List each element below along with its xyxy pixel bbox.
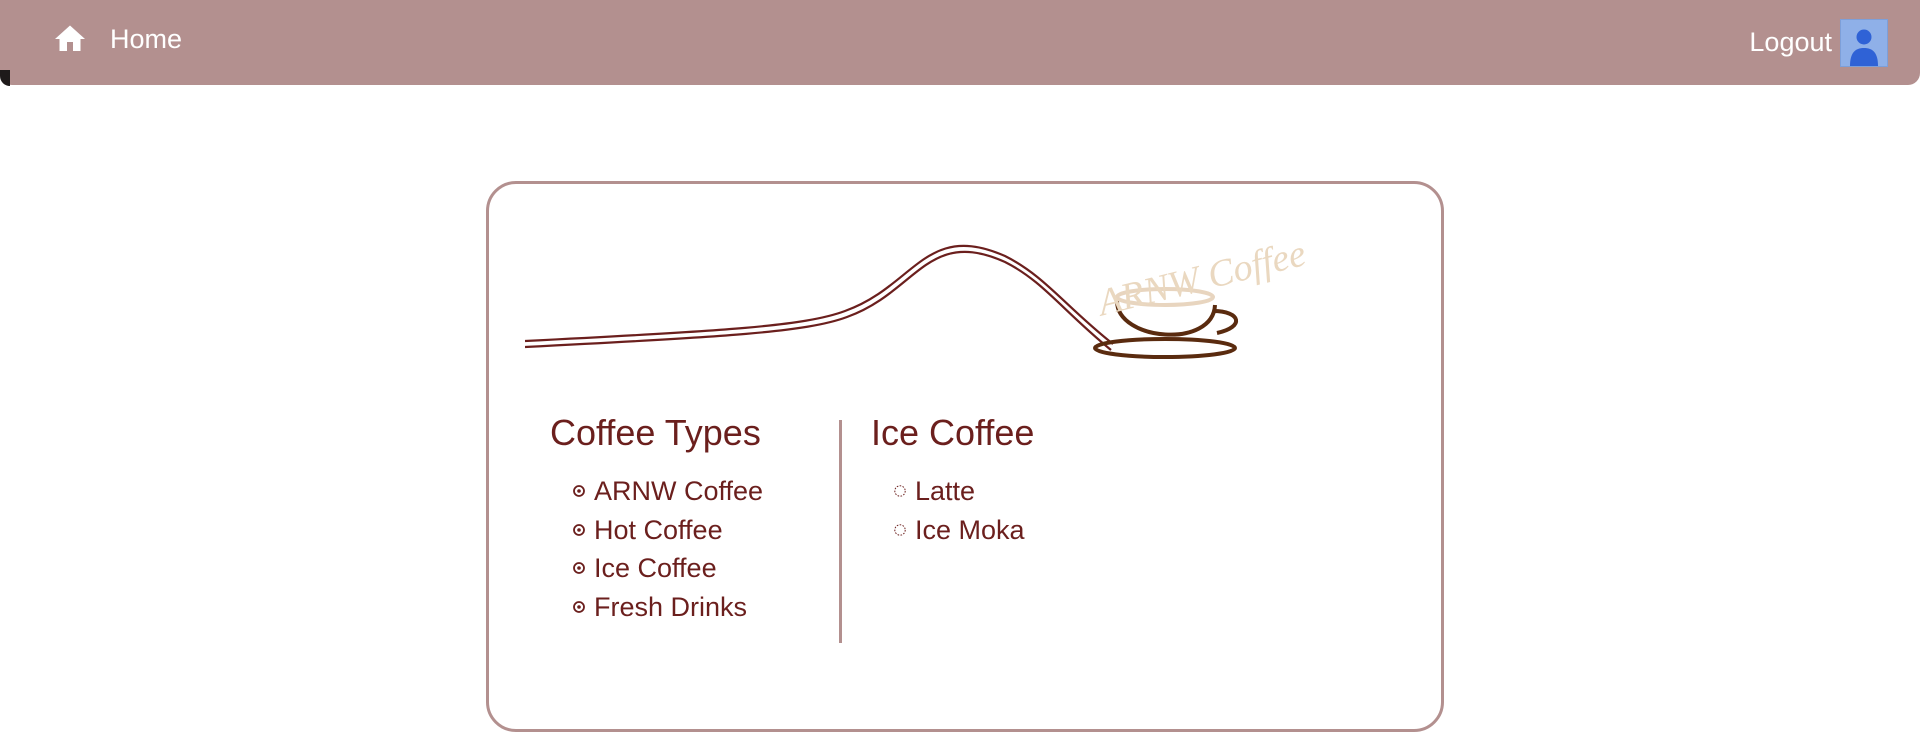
drink-label: Ice Moka <box>915 514 1025 545</box>
selected-category-column: Ice Coffee Latte Ice Moka <box>871 412 1291 549</box>
drink-label: Latte <box>915 476 976 506</box>
top-navbar: Home Logout <box>0 0 1920 85</box>
category-item[interactable]: Ice Coffee <box>572 549 820 588</box>
user-avatar-icon[interactable] <box>1840 18 1888 67</box>
drink-item[interactable]: Ice Moka <box>893 511 1291 550</box>
dotted-circle-icon <box>893 523 907 537</box>
logo-text: ARNW Coffee <box>1091 232 1310 325</box>
home-label: Home <box>110 23 183 54</box>
navbar-shadow <box>0 70 10 86</box>
dot-circle-icon <box>572 600 586 614</box>
coffee-logo: ARNW Coffee <box>525 232 1310 359</box>
dotted-circle-icon <box>893 484 907 498</box>
categories-column: Coffee Types ARNW Coffee Hot Coffee Ice … <box>550 412 820 626</box>
dot-circle-icon <box>572 484 586 498</box>
category-label: Fresh Drinks <box>594 591 748 622</box>
categories-title: Coffee Types <box>550 412 761 453</box>
category-label: Hot Coffee <box>594 514 723 545</box>
category-label: Ice Coffee <box>594 553 717 583</box>
menu-card: ARNW Coffee Coffee Types ARNW Coffee Hot… <box>486 181 1444 732</box>
drinks-list: Latte Ice Moka <box>871 472 1291 549</box>
selected-category-title: Ice Coffee <box>871 412 1035 453</box>
home-icon <box>52 21 88 57</box>
category-item[interactable]: Hot Coffee <box>572 511 820 550</box>
category-label: ARNW Coffee <box>594 476 764 506</box>
home-link[interactable]: Home <box>52 16 182 62</box>
category-item[interactable]: ARNW Coffee <box>572 472 820 511</box>
logout-link[interactable]: Logout <box>1749 18 1888 67</box>
category-item[interactable]: Fresh Drinks <box>572 588 820 627</box>
categories-list: ARNW Coffee Hot Coffee Ice Coffee Fresh … <box>550 472 820 626</box>
dot-circle-icon <box>572 523 586 537</box>
drink-item[interactable]: Latte <box>893 472 1291 511</box>
dot-circle-icon <box>572 561 586 575</box>
logout-label: Logout <box>1749 27 1832 57</box>
column-divider <box>839 420 842 643</box>
